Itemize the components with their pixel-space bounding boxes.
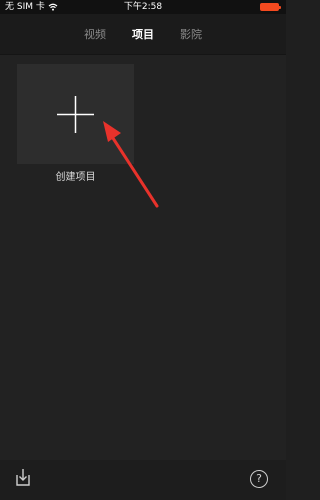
battery-icon — [260, 3, 281, 11]
plus-icon — [57, 96, 94, 133]
help-button[interactable]: ? — [250, 470, 268, 488]
tab-video[interactable]: 视频 — [84, 26, 106, 42]
tab-project[interactable]: 项目 — [132, 26, 154, 42]
status-bar: 无 SIM 卡 下午2:58 — [0, 0, 286, 14]
tab-theater[interactable]: 影院 — [180, 26, 202, 42]
status-time: 下午2:58 — [123, 2, 163, 12]
top-tab-bar: 视频 项目 影院 — [0, 14, 286, 54]
import-icon[interactable] — [13, 467, 33, 487]
bottom-toolbar — [0, 460, 286, 500]
red-arrow-icon — [103, 121, 159, 208]
